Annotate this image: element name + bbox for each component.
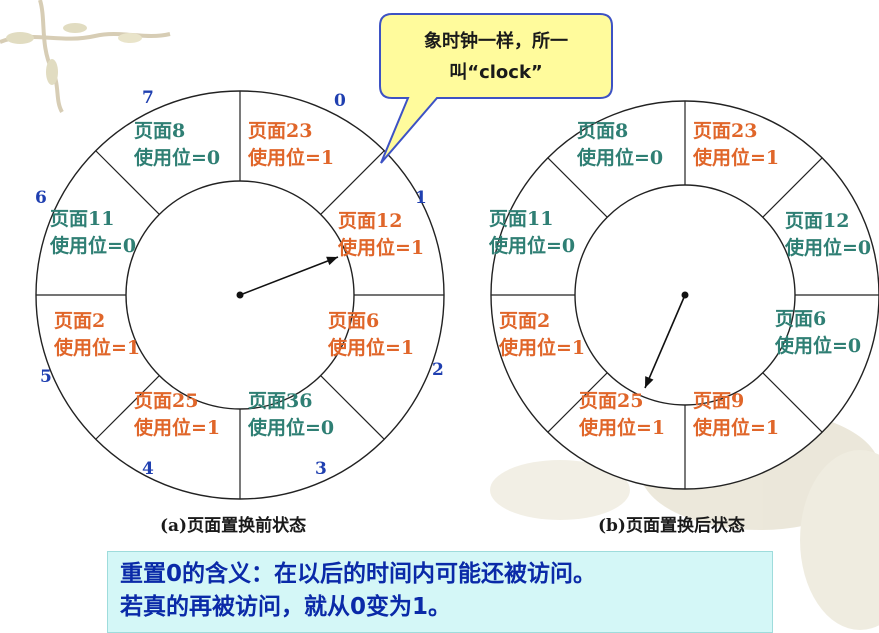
cell-page-label: 页面25 <box>134 390 198 412</box>
cell-use-bit-label: 使用位=0 <box>247 416 334 439</box>
callout-line-2: 叫“clock” <box>449 62 543 83</box>
cell-use-bit-label: 使用位=1 <box>53 336 140 359</box>
note-line-2: 若真的再被访问，就从0变为1。 <box>120 594 452 620</box>
cell-use-bit-label: 使用位=0 <box>774 334 861 357</box>
callout-line-1: 象时钟一样，所一 <box>424 30 568 52</box>
slot-number: 5 <box>40 367 52 387</box>
slot-number: 6 <box>35 188 47 208</box>
slot-number: 2 <box>432 360 444 380</box>
cell-page-label: 页面8 <box>577 120 628 142</box>
cell-use-bit-label: 使用位=1 <box>692 416 779 439</box>
cell-page-label: 页面8 <box>134 120 185 142</box>
slot-number: 3 <box>315 459 327 479</box>
slot-number: 4 <box>142 459 154 479</box>
cell-use-bit-label: 使用位=0 <box>784 236 871 259</box>
cell-page-label: 页面23 <box>693 120 757 142</box>
caption-b: (b)页面置换后状态 <box>598 515 745 536</box>
cell-use-bit-label: 使用位=0 <box>49 234 136 257</box>
clock-a: 页面23使用位=1页面12使用位=1页面6使用位=1页面36使用位=0页面25使… <box>35 88 445 500</box>
clock-b: 页面23 使用位=1 页面12 使用位=0 页面6 使用位=0 页面9 使用位=1 页面25 使用… <box>488 100 879 490</box>
cell-page-label: 页面23 <box>248 120 312 142</box>
cell-page-label: 页面36 <box>248 390 312 412</box>
cell-page-label: 页面11 <box>489 208 553 230</box>
cell-page-label: 页面6 <box>775 308 826 330</box>
cell-use-bit-label: 使用位=1 <box>327 336 414 359</box>
cell-use-bit-label: 使用位=0 <box>133 146 220 169</box>
cell-use-bit-label: 使用位=1 <box>692 146 779 169</box>
cell-page-label: 页面11 <box>50 208 114 230</box>
slot-number: 7 <box>142 88 154 108</box>
cell-use-bit-label: 使用位=0 <box>488 234 575 257</box>
cell-page-label: 页面12 <box>785 210 849 232</box>
cell-use-bit-label: 使用位=1 <box>337 236 424 259</box>
cell-page-label: 页面2 <box>499 310 550 332</box>
caption-a: (a)页面置换前状态 <box>160 515 306 536</box>
cell-use-bit-label: 使用位=1 <box>498 336 585 359</box>
cell-page-label: 页面2 <box>54 310 105 332</box>
cell-page-label: 页面9 <box>693 390 744 412</box>
cell-use-bit-label: 使用位=0 <box>576 146 663 169</box>
explanation-note: 重置0的含义：在以后的时间内可能还被访问。 若真的再被访问，就从0变为1。 <box>107 551 773 633</box>
cell-page-label: 页面25 <box>579 390 643 412</box>
cell-page-label: 页面12 <box>338 210 402 232</box>
note-line-1: 重置0的含义：在以后的时间内可能还被访问。 <box>120 561 597 587</box>
cell-use-bit-label: 使用位=1 <box>578 416 665 439</box>
cell-use-bit-label: 使用位=1 <box>247 146 334 169</box>
slot-number: 1 <box>415 188 427 208</box>
cell-page-label: 页面6 <box>328 310 379 332</box>
slot-number: 0 <box>334 91 346 111</box>
clock-diagram: 页面23使用位=1页面12使用位=1页面6使用位=1页面36使用位=0页面25使… <box>0 0 879 630</box>
cell-use-bit-label: 使用位=1 <box>133 416 220 439</box>
